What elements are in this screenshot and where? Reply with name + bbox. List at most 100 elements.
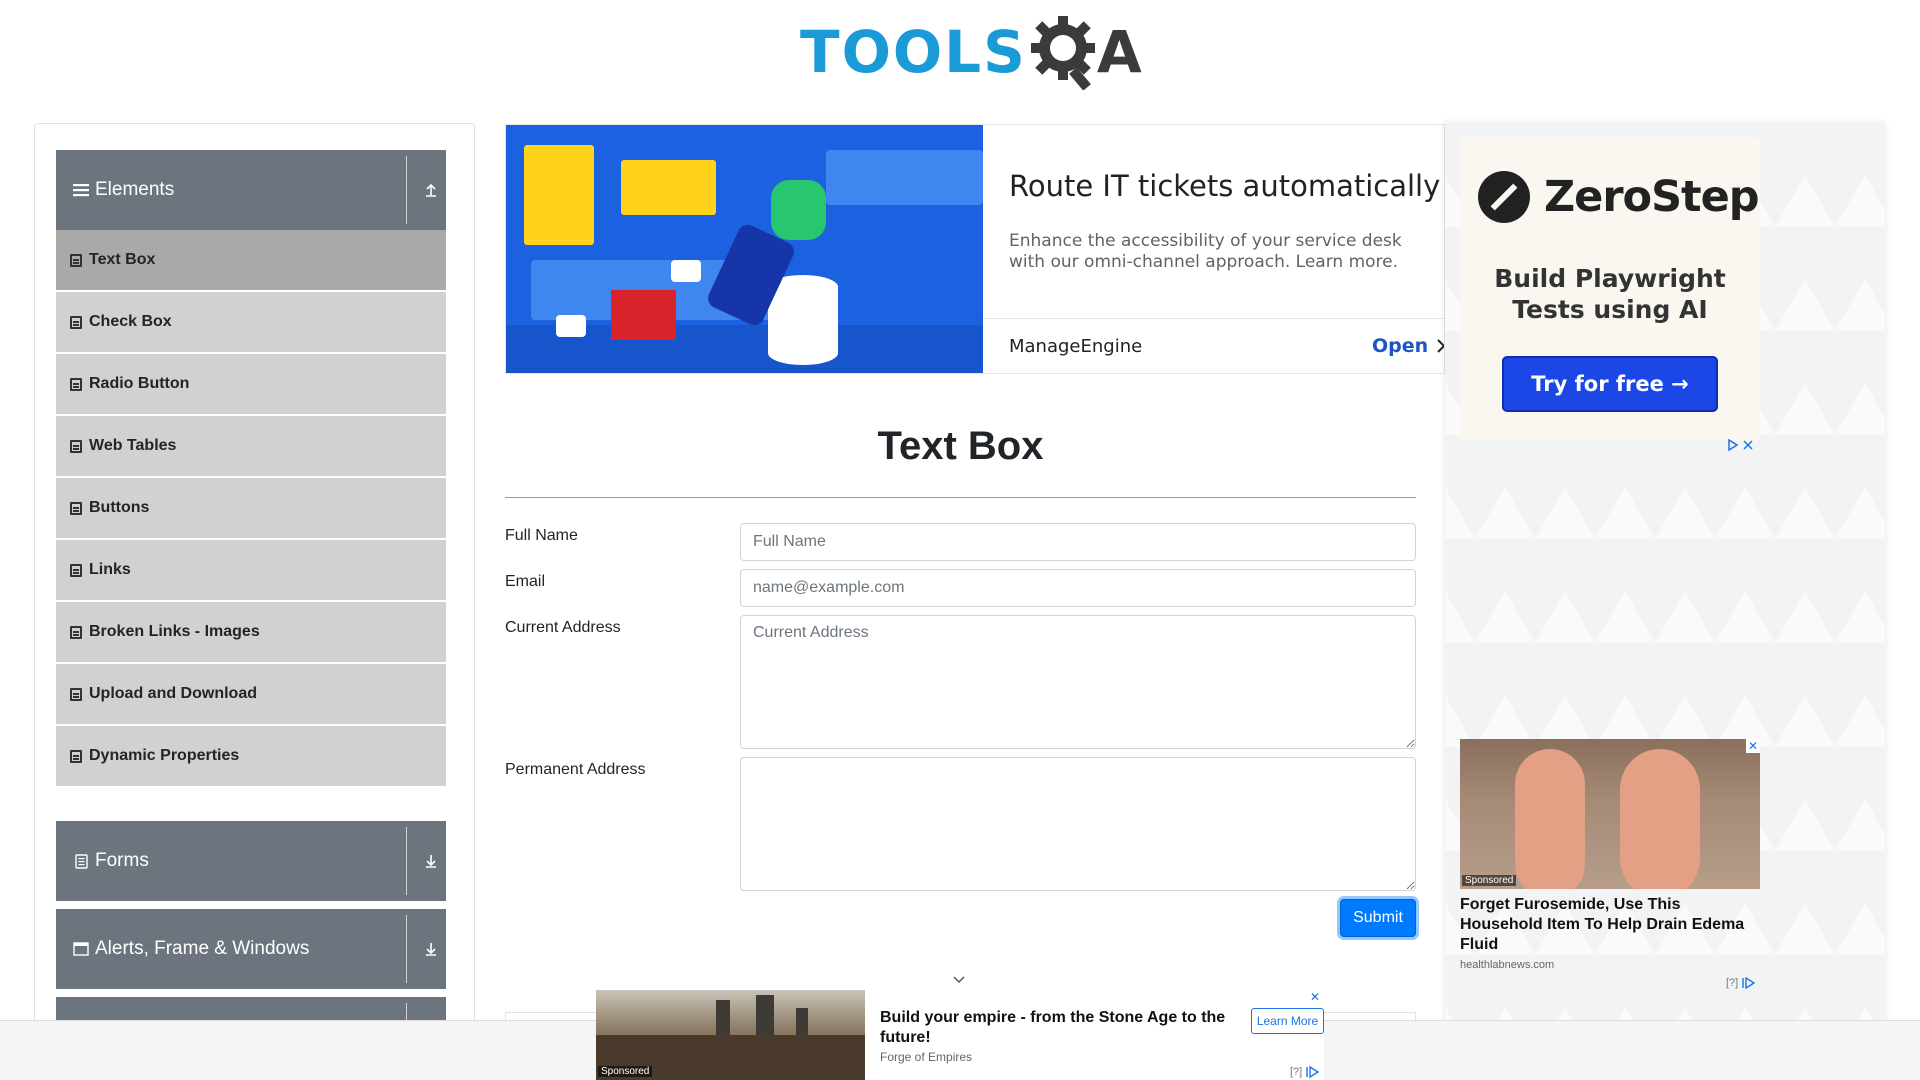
email-input[interactable] bbox=[740, 569, 1416, 607]
sidebar-group-label: Elements bbox=[95, 179, 175, 200]
sponsored-badge: Sponsored bbox=[598, 1066, 653, 1077]
logo-text-tools: TOOLS bbox=[800, 18, 1027, 86]
collapse-up-icon[interactable] bbox=[421, 180, 441, 200]
ad-photo-leg bbox=[1515, 749, 1585, 889]
window-icon bbox=[73, 941, 89, 957]
list-item-icon bbox=[70, 315, 82, 329]
sidebar-group-label: Alerts, Frame & Windows bbox=[95, 938, 310, 959]
ad-brand: ManageEngine bbox=[1009, 336, 1143, 357]
bottom-ad-source: Forge of Empires bbox=[880, 1050, 973, 1064]
list-item-icon bbox=[70, 749, 82, 763]
zerostep-tagline: Build Playwright Tests using AI bbox=[1494, 264, 1726, 324]
zerostep-logo-icon bbox=[1478, 171, 1530, 223]
list-item-icon bbox=[70, 625, 82, 639]
bottom-sticky-ad[interactable]: Sponsored Build your empire - from the S… bbox=[596, 990, 1324, 1080]
permanent-address-textarea[interactable] bbox=[740, 757, 1416, 891]
document-icon bbox=[73, 853, 89, 869]
sidebar-group-label: Forms bbox=[95, 850, 149, 871]
zerostep-ad[interactable]: ZeroStep Build Playwright Tests using AI… bbox=[1460, 137, 1760, 441]
sidebar-item-label: Text Box bbox=[89, 251, 156, 268]
title-divider bbox=[505, 497, 1416, 498]
chevron-right-icon bbox=[1437, 339, 1444, 353]
top-banner-ad[interactable]: Route IT tickets automatically Enhance t… bbox=[505, 124, 1445, 374]
permanent-address-label: Permanent Address bbox=[505, 761, 646, 778]
sidebar-item-label: Web Tables bbox=[89, 437, 177, 454]
sidebar-item-label: Links bbox=[89, 561, 131, 578]
list-item-icon bbox=[70, 253, 82, 267]
group-divider bbox=[406, 827, 407, 895]
sidebar-group-elements[interactable]: Elements bbox=[56, 150, 446, 230]
sidebar-item-links[interactable]: Links bbox=[56, 540, 446, 602]
close-icon[interactable] bbox=[1743, 440, 1753, 450]
toolsqa-logo[interactable]: TOOLS A bbox=[800, 14, 1142, 90]
ad-photo-feet bbox=[1460, 739, 1760, 889]
full-name-input[interactable] bbox=[740, 523, 1416, 561]
group-divider bbox=[406, 156, 407, 224]
ad-open-label: Open bbox=[1372, 335, 1429, 357]
current-address-label: Current Address bbox=[505, 619, 621, 636]
adchoices-icon[interactable]: [?] bbox=[1290, 1066, 1320, 1078]
sidebar-item-text-box[interactable]: Text Box bbox=[56, 230, 446, 292]
zerostep-brand: ZeroStep bbox=[1478, 171, 1760, 223]
ad-source: healthlabnews.com bbox=[1460, 959, 1555, 971]
submit-button[interactable]: Submit bbox=[1340, 899, 1416, 937]
learn-more-button[interactable]: Learn More bbox=[1251, 1008, 1324, 1034]
illustration-folder bbox=[611, 290, 676, 340]
sidebar-item-check-box[interactable]: Check Box bbox=[56, 292, 446, 354]
close-icon[interactable]: ✕ bbox=[1746, 739, 1760, 753]
illustration-person bbox=[771, 180, 826, 240]
zerostep-name: ZeroStep bbox=[1544, 172, 1760, 222]
sidebar-item-label: Dynamic Properties bbox=[89, 747, 240, 764]
list-item-icon bbox=[70, 501, 82, 515]
expand-down-icon[interactable] bbox=[421, 851, 441, 871]
page: TOOLS A Elements Text Box Check Box Radi… bbox=[0, 0, 1920, 1080]
ad-illustration bbox=[506, 125, 983, 373]
logo-text-a: A bbox=[1096, 18, 1142, 86]
page-title: Text Box bbox=[877, 424, 1044, 468]
current-address-textarea[interactable] bbox=[740, 615, 1416, 749]
sidebar-item-web-tables[interactable]: Web Tables bbox=[56, 416, 446, 478]
adchoice-label: [?] bbox=[1290, 1066, 1303, 1078]
adchoices-icon[interactable] bbox=[1727, 439, 1753, 451]
sidebar-group-forms[interactable]: Forms bbox=[56, 821, 446, 901]
illustration-database bbox=[768, 275, 838, 365]
ad-separator bbox=[983, 318, 1444, 319]
ad-open-button[interactable]: Open bbox=[1372, 335, 1444, 357]
list-item-icon bbox=[70, 563, 82, 577]
ad-photo-leg bbox=[1620, 749, 1700, 889]
sidebar-item-broken-links[interactable]: Broken Links - Images bbox=[56, 602, 446, 664]
group-divider bbox=[406, 915, 407, 983]
edema-ad[interactable]: Sponsored ✕ Forget Furosemide, Use This … bbox=[1460, 739, 1760, 999]
list-item-icon bbox=[70, 687, 82, 701]
logo-gear-q: A bbox=[1029, 14, 1142, 90]
close-icon[interactable]: ✕ bbox=[1308, 990, 1322, 1004]
illustration-platform bbox=[826, 150, 983, 205]
ad-headline[interactable]: Forget Furosemide, Use This Household It… bbox=[1460, 895, 1760, 955]
sidebar-item-label: Radio Button bbox=[89, 375, 190, 392]
sidebar-item-label: Broken Links - Images bbox=[89, 623, 260, 640]
elements-menu-list: Text Box Check Box Radio Button Web Tabl… bbox=[56, 230, 446, 788]
expand-down-icon[interactable] bbox=[421, 939, 441, 959]
sidebar-group-alerts-frame-windows[interactable]: Alerts, Frame & Windows bbox=[56, 909, 446, 989]
email-label: Email bbox=[505, 573, 546, 590]
sidebar-item-dynamic-properties[interactable]: Dynamic Properties bbox=[56, 726, 446, 788]
ad-description: Enhance the accessibility of your servic… bbox=[1009, 231, 1402, 272]
adchoices-icon[interactable]: [?] bbox=[1726, 977, 1756, 989]
bottom-ad-title[interactable]: Build your empire - from the Stone Age t… bbox=[880, 1008, 1250, 1048]
chat-bubble-icon bbox=[671, 260, 701, 282]
hamburger-icon bbox=[73, 182, 89, 198]
sidebar-item-label: Check Box bbox=[89, 313, 172, 330]
sidebar-item-radio-button[interactable]: Radio Button bbox=[56, 354, 446, 416]
ad-title: Route IT tickets automatically bbox=[1009, 169, 1441, 203]
sidebar-item-label: Upload and Download bbox=[89, 685, 257, 702]
try-for-free-button[interactable]: Try for free → bbox=[1502, 356, 1718, 412]
sidebar-item-buttons[interactable]: Buttons bbox=[56, 478, 446, 540]
gear-icon bbox=[1030, 16, 1095, 90]
chevron-down-icon[interactable] bbox=[952, 973, 966, 987]
full-name-label: Full Name bbox=[505, 527, 578, 544]
sponsored-badge: Sponsored bbox=[1462, 875, 1517, 886]
illustration-checklist bbox=[524, 145, 594, 245]
list-item-icon bbox=[70, 439, 82, 453]
sidebar-item-upload-download[interactable]: Upload and Download bbox=[56, 664, 446, 726]
sidebar-item-label: Buttons bbox=[89, 499, 150, 516]
